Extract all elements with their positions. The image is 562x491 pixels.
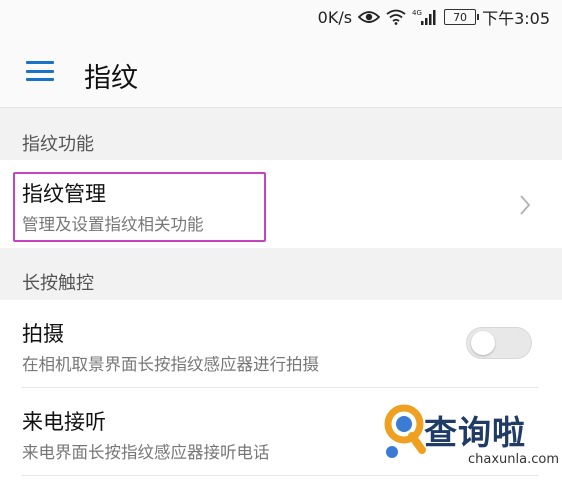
divider <box>22 387 538 388</box>
app-bar: 指纹 <box>0 34 562 108</box>
section-header-fingerprint: 指纹功能 <box>22 134 94 155</box>
watermark-url: chaxunla.com <box>468 452 559 467</box>
item-subtitle-capture: 在相机取景界面长按指纹感应器进行拍摄 <box>22 355 319 374</box>
watermark-logo: 查询啦 chaxunla.com <box>382 400 559 482</box>
item-subtitle-answer-call: 来电界面长按指纹感应器接听电话 <box>22 443 270 462</box>
page-title: 指纹 <box>84 63 138 94</box>
item-title: 指纹管理 <box>22 182 106 206</box>
eye-icon <box>358 10 381 24</box>
menu-icon[interactable] <box>26 61 54 81</box>
section-header-long-press: 长按触控 <box>22 273 94 294</box>
item-title-answer-call: 来电接听 <box>22 410 106 434</box>
signal-label: 4G <box>412 9 422 17</box>
toggle-knob <box>471 331 495 355</box>
item-subtitle: 管理及设置指纹相关功能 <box>22 215 204 234</box>
clock: 下午3:05 <box>482 9 550 28</box>
wifi-icon <box>386 9 406 25</box>
screen: 0K/s 4G 70 下午3:05 指纹 指纹功能 指纹管理 管理及设置指纹相关… <box>0 0 562 491</box>
watermark-text: 查询啦 <box>424 413 526 452</box>
network-speed: 0K/s <box>317 7 353 27</box>
fingerprint-management-item[interactable]: 指纹管理 管理及设置指纹相关功能 <box>0 160 562 248</box>
signal-icon: 4G <box>412 8 438 26</box>
chevron-right-icon <box>520 195 531 215</box>
item-title-capture: 拍摄 <box>22 322 64 346</box>
status-bar: 0K/s 4G 70 下午3:05 <box>0 0 562 34</box>
battery-indicator: 70 <box>444 9 480 25</box>
capture-toggle[interactable] <box>466 327 532 359</box>
search-logo-icon <box>384 404 426 458</box>
